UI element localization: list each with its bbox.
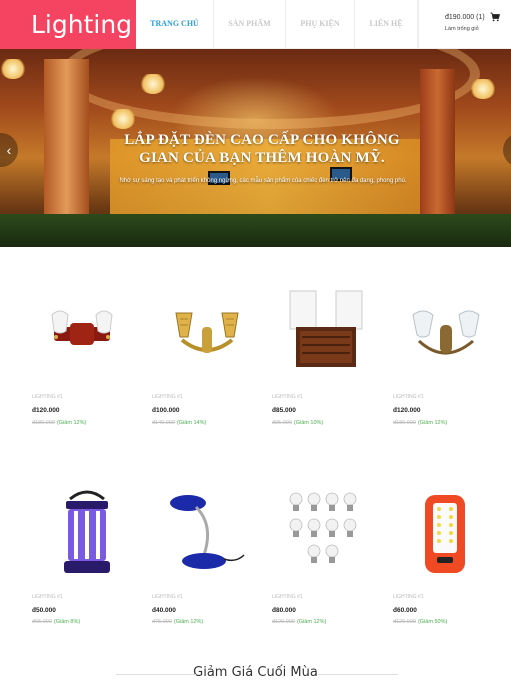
nav-item-home[interactable]: TRANG CHỦ: [136, 0, 214, 49]
original-price: đ180.000: [393, 420, 416, 426]
product-price: đ50.000: [32, 607, 56, 614]
product-category[interactable]: LIGHTING #1: [393, 594, 424, 600]
original-price: đ120.000: [393, 619, 416, 625]
chandelier-icon: [470, 79, 496, 99]
product-old-price: đ180.000 (Giảm 12%): [32, 420, 86, 426]
chandelier-icon: [140, 74, 166, 94]
product-old-price: đ95.000 (Giảm 10%): [272, 420, 323, 426]
chevron-left-icon[interactable]: ‹: [7, 142, 12, 158]
discount-label: (Giảm 10%): [293, 420, 324, 426]
product-price: đ80.000: [272, 607, 296, 614]
original-price: đ75.000: [152, 619, 172, 625]
site-logo[interactable]: Lighting: [0, 0, 136, 49]
product-old-price: đ120.000 (Giảm 12%): [272, 619, 326, 625]
banner-subtitle: Nhờ sự sáng tạo và phát triển không ngừn…: [119, 178, 407, 184]
main-nav: TRANG CHỦ SẢN PHẨM PHỤ KIỆN LIÊN HỆ: [136, 0, 418, 49]
section-title: Giảm Giá Cuối Mùa: [193, 665, 318, 680]
rechargeable-lamp-image[interactable]: [393, 485, 503, 585]
chandelier-icon: [110, 109, 136, 129]
chandelier-icon: [0, 59, 26, 79]
product-category[interactable]: LIGHTING #1: [393, 394, 424, 400]
discount-label: (Giảm 8%): [53, 619, 81, 625]
product-old-price: đ180.000 (Giảm 12%): [393, 420, 447, 426]
wall-lamp-wood-image[interactable]: [272, 285, 382, 385]
camping-lantern-image[interactable]: [32, 485, 142, 585]
cart-total[interactable]: đ190.000 (1): [445, 14, 485, 21]
discount-label: (Giảm 14%): [176, 420, 207, 426]
product-old-price: đ120.000 (Giảm 50%): [393, 619, 447, 625]
section-heading: Giảm Giá Cuối Mùa: [0, 663, 511, 681]
empty-cart-link[interactable]: Làm trống giỏ: [445, 26, 479, 32]
product-price: đ120.000: [393, 407, 421, 414]
product-category[interactable]: LIGHTING #1: [32, 394, 63, 400]
slider-next-button[interactable]: ›: [503, 133, 511, 167]
site-header: Lighting TRANG CHỦ SẢN PHẨM PHỤ KIỆN LIÊ…: [0, 0, 511, 49]
banner-title: LẮP ĐẶT ĐÈN CAO CẤP CHO KHÔNG GIAN CỦA B…: [124, 132, 400, 166]
product-category[interactable]: LIGHTING #1: [272, 394, 303, 400]
product-price: đ85.000: [272, 407, 296, 414]
product-old-price: đ75.000 (Giảm 12%): [152, 619, 203, 625]
nav-item-contact[interactable]: LIÊN HỆ: [355, 0, 418, 49]
original-price: đ120.000: [272, 619, 295, 625]
product-category[interactable]: LIGHTING #1: [272, 594, 303, 600]
product-category[interactable]: LIGHTING #1: [152, 394, 183, 400]
hero-banner: LẮP ĐẶT ĐÈN CAO CẤP CHO KHÔNG GIAN CỦA B…: [0, 49, 511, 247]
wall-lamp-brass-image[interactable]: [393, 285, 503, 385]
product-category[interactable]: LIGHTING #1: [152, 594, 183, 600]
original-price: đ95.000: [272, 420, 292, 426]
divider: [318, 674, 398, 675]
original-price: đ180.000: [32, 420, 55, 426]
mini-cart[interactable]: đ190.000 (1) Làm trống giỏ: [418, 0, 511, 49]
wall-lamp-red-image[interactable]: [32, 285, 142, 385]
discount-label: (Giảm 12%): [417, 420, 448, 426]
banner-plants: [0, 214, 511, 247]
product-price: đ60.000: [393, 607, 417, 614]
discount-label: (Giảm 50%): [417, 619, 448, 625]
product-category[interactable]: LIGHTING #1: [32, 594, 63, 600]
product-price: đ120.000: [32, 407, 60, 414]
product-old-price: đ65.000 (Giảm 8%): [32, 619, 80, 625]
desk-lamp-blue-image[interactable]: [152, 485, 262, 585]
divider: [116, 674, 196, 675]
product-price: đ100.000: [152, 407, 180, 414]
led-bulbs-image[interactable]: [272, 485, 382, 585]
nav-item-products[interactable]: SẢN PHẨM: [214, 0, 286, 49]
nav-item-accessories[interactable]: PHỤ KIỆN: [286, 0, 355, 49]
slider-prev-button[interactable]: ‹: [0, 133, 18, 167]
product-price: đ40.000: [152, 607, 176, 614]
discount-label: (Giảm 12%): [173, 619, 204, 625]
wall-lamp-gold-image[interactable]: [152, 285, 262, 385]
discount-label: (Giảm 12%): [296, 619, 327, 625]
shopping-cart-icon[interactable]: [490, 12, 500, 22]
original-price: đ65.000: [32, 619, 52, 625]
product-old-price: đ140.000 (Giảm 14%): [152, 420, 206, 426]
discount-label: (Giảm 12%): [56, 420, 87, 426]
original-price: đ140.000: [152, 420, 175, 426]
